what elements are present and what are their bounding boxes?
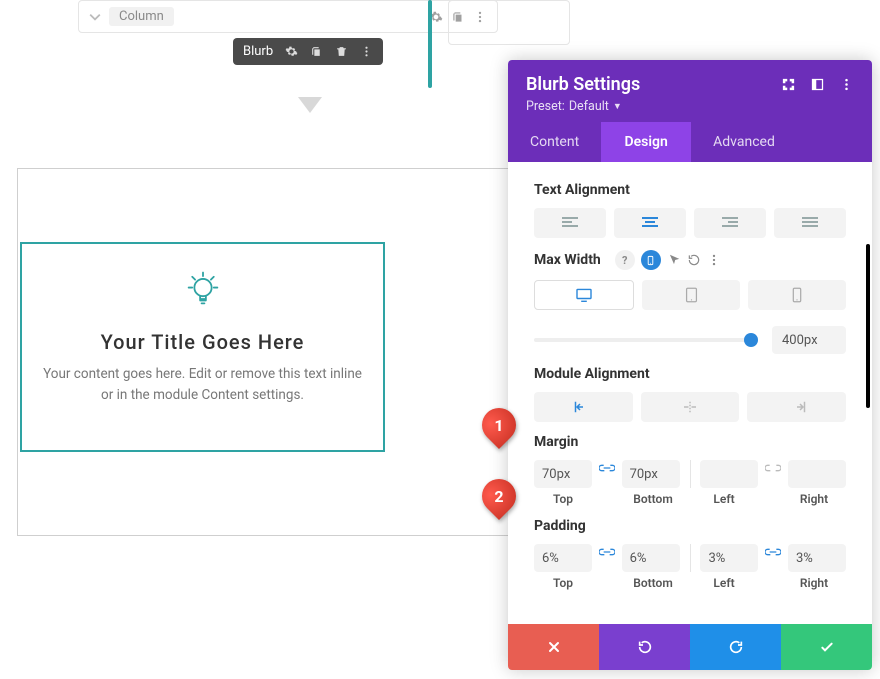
tab-design[interactable]: Design [601, 122, 691, 162]
trash-icon[interactable] [335, 45, 348, 58]
lightbulb-icon [180, 266, 226, 312]
save-button[interactable] [781, 624, 872, 670]
label-module-alignment: Module Alignment [534, 366, 846, 382]
column-label[interactable]: Column [109, 7, 174, 26]
tab-advanced[interactable]: Advanced [691, 122, 801, 162]
label-text-alignment: Text Alignment [534, 182, 846, 198]
padding-inputs [534, 544, 846, 572]
gear-icon[interactable] [285, 45, 298, 58]
slider-thumb[interactable] [744, 333, 758, 347]
margin-inputs [534, 460, 846, 488]
link-vertical-icon[interactable] [598, 460, 616, 476]
blurb-module-label: Blurb [243, 44, 273, 59]
text-alignment-group [534, 208, 846, 238]
blurb-preview[interactable]: Your Title Goes Here Your content goes h… [20, 242, 385, 452]
align-justify-button[interactable] [774, 208, 846, 238]
tab-content[interactable]: Content [508, 122, 601, 162]
more-icon[interactable] [707, 253, 721, 267]
preview-title[interactable]: Your Title Goes Here [38, 330, 367, 354]
device-desktop-button[interactable] [534, 280, 634, 310]
layout-icon[interactable] [810, 77, 825, 92]
margin-left-input[interactable] [700, 460, 758, 488]
hover-icon[interactable] [667, 253, 681, 267]
panel-tabs: Content Design Advanced [508, 122, 872, 162]
link-vertical-icon[interactable] [598, 544, 616, 560]
align-left-button[interactable] [534, 208, 606, 238]
undo-button[interactable] [599, 624, 690, 670]
collapse-icon[interactable] [89, 11, 101, 23]
redo-button[interactable] [690, 624, 781, 670]
label-padding: Padding [534, 518, 846, 534]
link-horizontal-icon[interactable] [764, 460, 782, 476]
label-margin: Margin [534, 434, 846, 450]
settings-panel: Blurb Settings Preset: Default ▼ Content… [508, 60, 872, 670]
margin-labels: Top Bottom Left Right [534, 492, 846, 506]
blurb-module-chip[interactable]: Blurb [233, 38, 383, 65]
padding-top-input[interactable] [534, 544, 592, 572]
row-accent-bar [428, 0, 432, 88]
module-alignment-group [534, 392, 846, 422]
preset-label: Preset: [526, 99, 565, 114]
column-toolbar: Column [78, 0, 498, 33]
device-tablet-button[interactable] [642, 280, 740, 310]
module-align-center-button[interactable] [641, 392, 740, 422]
responsive-icon[interactable] [641, 250, 661, 270]
preset-value: Default [569, 99, 609, 114]
margin-bottom-input[interactable] [622, 460, 680, 488]
link-horizontal-icon[interactable] [764, 544, 782, 560]
more-icon[interactable] [839, 77, 854, 92]
device-preview-group [534, 280, 846, 310]
align-right-button[interactable] [694, 208, 766, 238]
max-width-slider[interactable] [534, 338, 758, 342]
empty-column[interactable] [448, 0, 570, 45]
cancel-button[interactable] [508, 624, 599, 670]
max-width-input[interactable] [772, 326, 846, 354]
more-icon[interactable] [360, 45, 373, 58]
snap-icon[interactable] [781, 77, 796, 92]
caret-down-icon: ▼ [613, 101, 622, 112]
duplicate-icon[interactable] [310, 45, 323, 58]
margin-right-input[interactable] [788, 460, 846, 488]
padding-left-input[interactable] [700, 544, 758, 572]
reset-icon[interactable] [687, 253, 701, 267]
panel-header: Blurb Settings Preset: Default ▼ [508, 60, 872, 122]
panel-title: Blurb Settings [526, 74, 767, 95]
align-center-button[interactable] [614, 208, 686, 238]
label-max-width: Max Width ? [534, 250, 846, 270]
chevron-down-icon [298, 97, 322, 113]
panel-footer [508, 624, 872, 670]
preview-body[interactable]: Your content goes here. Edit or remove t… [38, 364, 367, 406]
padding-right-input[interactable] [788, 544, 846, 572]
device-phone-button[interactable] [748, 280, 846, 310]
help-icon[interactable]: ? [615, 250, 635, 270]
callout-2: 2 [482, 479, 516, 513]
module-align-left-button[interactable] [534, 392, 633, 422]
margin-top-input[interactable] [534, 460, 592, 488]
module-align-right-button[interactable] [747, 392, 846, 422]
padding-labels: Top Bottom Left Right [534, 576, 846, 590]
preset-selector[interactable]: Preset: Default ▼ [526, 99, 854, 114]
callout-1: 1 [482, 408, 516, 442]
padding-bottom-input[interactable] [622, 544, 680, 572]
